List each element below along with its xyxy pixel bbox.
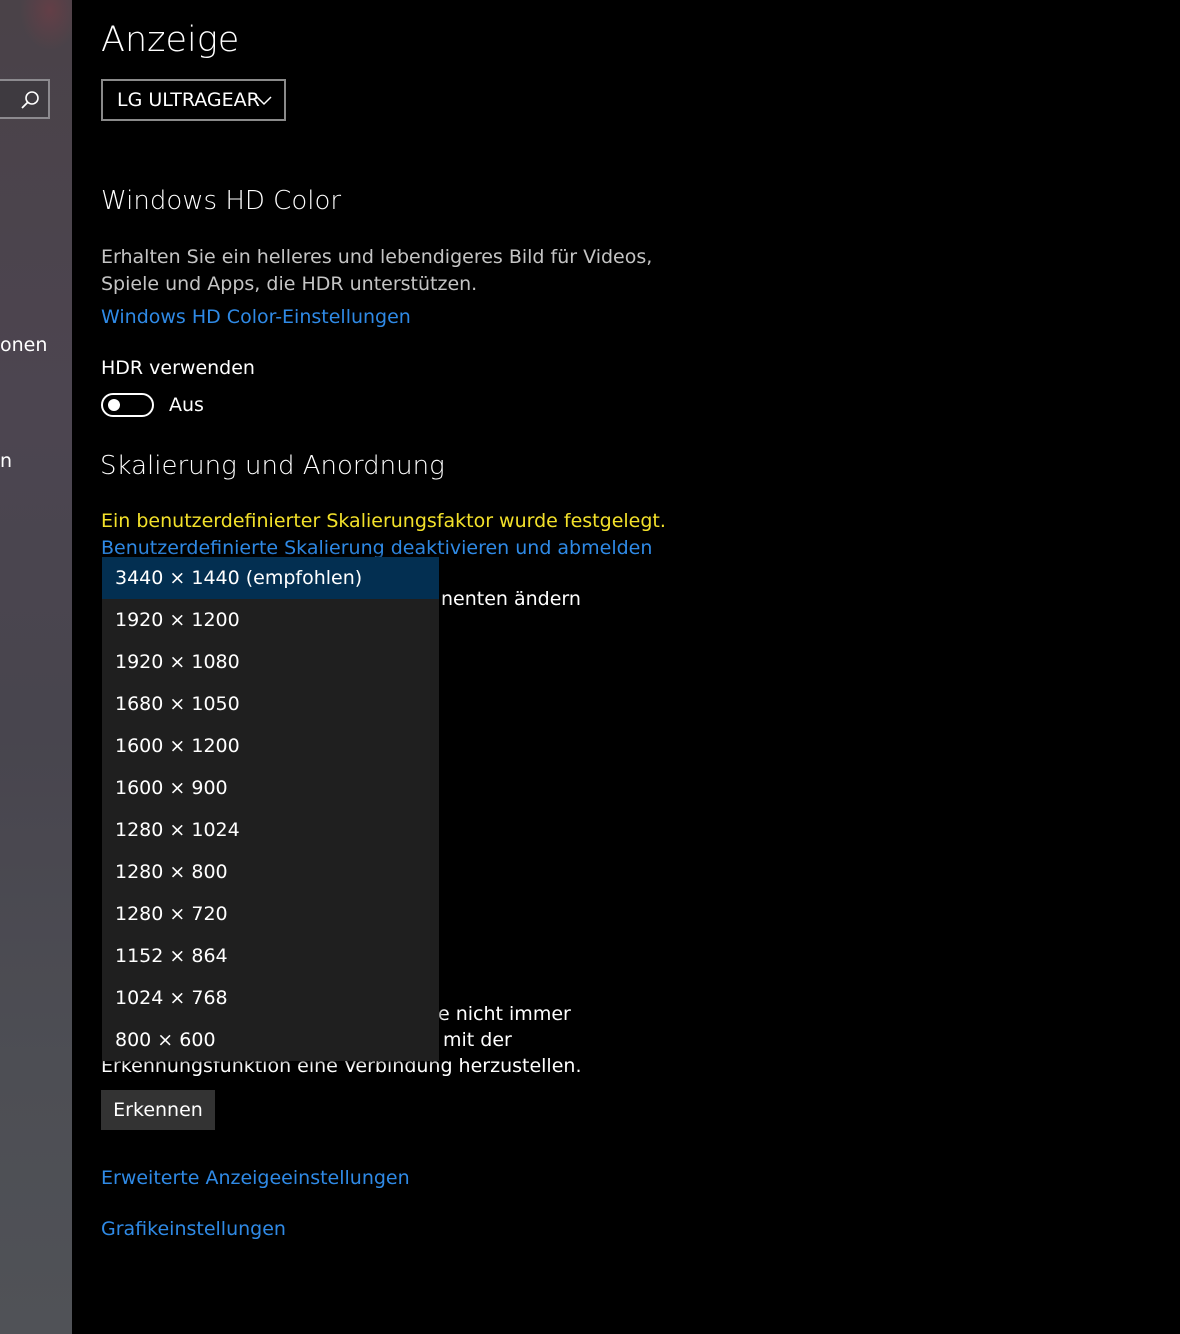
advanced-display-settings-link[interactable]: Erweiterte Anzeigeeinstellungen	[101, 1167, 410, 1189]
detect-description-partial-1: e nicht immer	[438, 1003, 571, 1025]
display-select[interactable]: LG ULTRAGEAR	[101, 79, 286, 121]
resolution-option[interactable]: 3440 × 1440 (empfohlen)	[102, 557, 439, 599]
graphics-settings-link[interactable]: Grafikeinstellungen	[101, 1218, 286, 1240]
hdr-toggle-state: Aus	[169, 394, 204, 416]
partial-scaling-text: nenten ändern	[441, 588, 581, 610]
sidebar-item-label[interactable]: onen	[0, 334, 47, 356]
sidebar-glow	[20, 0, 72, 50]
hdr-description-line1: Erhalten Sie ein helleres und lebendiger…	[101, 246, 653, 268]
disable-custom-scaling-link[interactable]: Benutzerdefinierte Skalierung deaktivier…	[101, 537, 652, 559]
scaling-warning: Ein benutzerdefinierter Skalierungsfakto…	[101, 510, 666, 532]
resolution-option[interactable]: 1920 × 1080	[102, 641, 439, 683]
resolution-option[interactable]: 1280 × 800	[102, 851, 439, 893]
chevron-down-icon	[256, 96, 272, 106]
sidebar-item-label[interactable]: n	[0, 450, 12, 472]
search-input[interactable]	[0, 79, 50, 119]
display-select-value: LG ULTRAGEAR	[117, 89, 260, 111]
detect-button[interactable]: Erkennen	[101, 1090, 215, 1130]
resolution-option[interactable]: 1600 × 1200	[102, 725, 439, 767]
hdr-description-line2: Spiele und Apps, die HDR unterstützen.	[101, 273, 478, 295]
resolution-option[interactable]: 1280 × 1024	[102, 809, 439, 851]
resolution-option[interactable]: 1600 × 900	[102, 767, 439, 809]
resolution-option[interactable]: 1152 × 864	[102, 935, 439, 977]
resolution-option[interactable]: 1920 × 1200	[102, 599, 439, 641]
hdr-section-title: Windows HD Color	[101, 186, 342, 216]
resolution-option[interactable]: 1024 × 768	[102, 977, 439, 1019]
search-icon	[21, 91, 39, 109]
hd-color-settings-link[interactable]: Windows HD Color-Einstellungen	[101, 306, 411, 328]
resolution-option[interactable]: 1280 × 720	[102, 893, 439, 935]
hdr-toggle[interactable]	[101, 393, 154, 417]
resolution-dropdown-list: 3440 × 1440 (empfohlen) 1920 × 1200 1920…	[102, 557, 439, 1061]
toggle-knob	[108, 399, 120, 411]
detect-description-partial-2: mit der	[443, 1029, 512, 1051]
settings-sidebar: onen n	[0, 0, 72, 1334]
page-title: Anzeige	[101, 20, 240, 60]
resolution-option[interactable]: 1680 × 1050	[102, 683, 439, 725]
hdr-toggle-label: HDR verwenden	[101, 357, 255, 379]
resolution-option[interactable]: 800 × 600	[102, 1019, 439, 1061]
scaling-section-title: Skalierung und Anordnung	[100, 451, 445, 481]
